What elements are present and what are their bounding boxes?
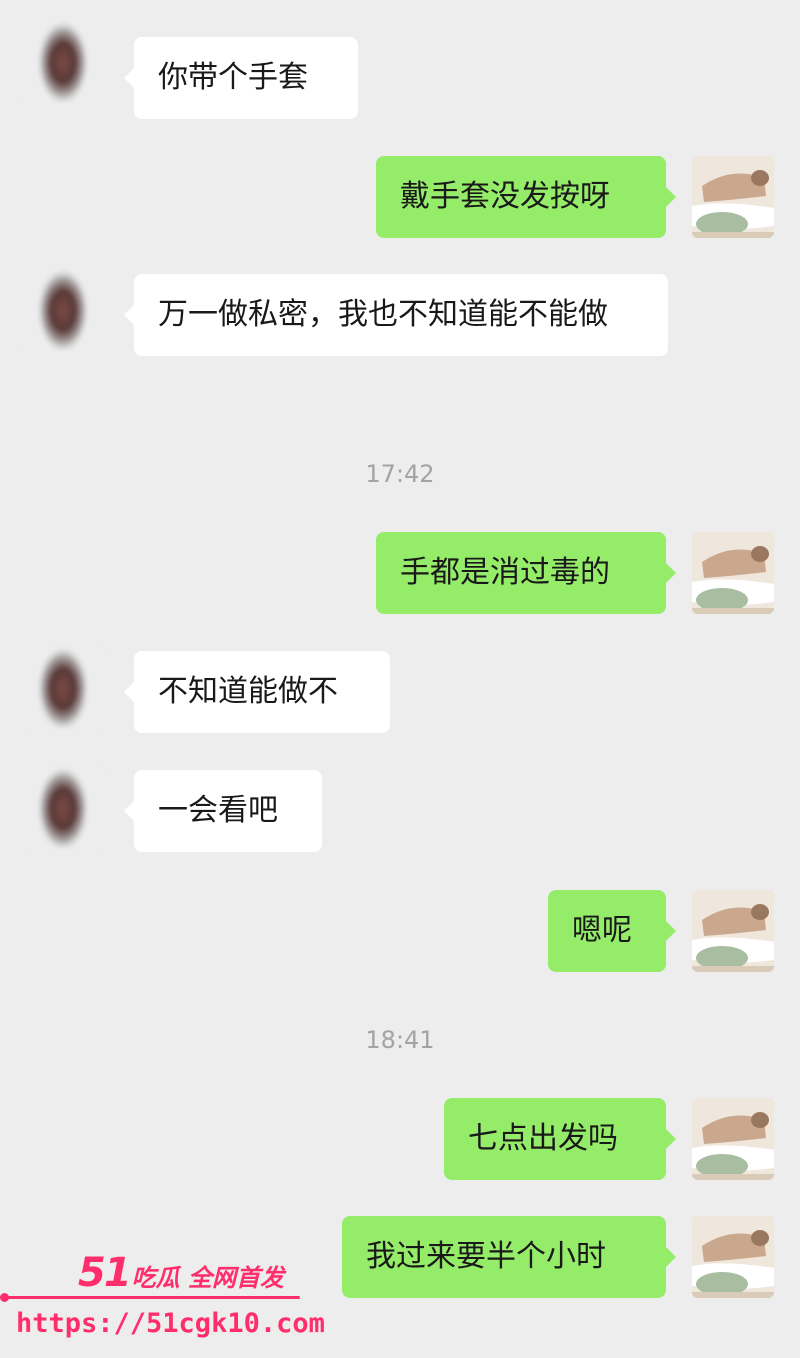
massage-photo-icon — [692, 1098, 774, 1180]
watermark-logo-number: 51 — [78, 1250, 132, 1296]
contact-avatar[interactable] — [22, 646, 104, 728]
massage-photo-icon — [692, 890, 774, 972]
watermark-logo-text: 吃瓜 全网首发 — [131, 1264, 285, 1292]
watermark: 51吃瓜 全网首发 https://51cgk10.com — [0, 1244, 325, 1358]
outgoing-message[interactable]: 戴手套没发按呀 — [376, 156, 676, 238]
outgoing-message[interactable]: 七点出发吗 — [444, 1098, 676, 1180]
self-avatar[interactable] — [692, 532, 774, 614]
incoming-message[interactable]: 你带个手套 — [124, 37, 358, 119]
contact-avatar[interactable] — [22, 766, 104, 848]
outgoing-message[interactable]: 我过来要半个小时 — [342, 1216, 676, 1298]
contact-avatar[interactable] — [22, 20, 104, 102]
incoming-message[interactable]: 万一做私密，我也不知道能不能做 — [124, 274, 668, 356]
timestamp: 17:42 — [365, 460, 435, 488]
massage-photo-icon — [692, 1216, 774, 1298]
timestamp: 18:41 — [365, 1026, 435, 1054]
outgoing-message[interactable]: 手都是消过毒的 — [376, 532, 676, 614]
outgoing-message[interactable]: 嗯呢 — [548, 890, 676, 972]
self-avatar[interactable] — [692, 890, 774, 972]
massage-photo-icon — [692, 532, 774, 614]
self-avatar[interactable] — [692, 1098, 774, 1180]
self-avatar[interactable] — [692, 156, 774, 238]
massage-photo-icon — [692, 156, 774, 238]
watermark-divider — [4, 1296, 300, 1299]
incoming-message[interactable]: 不知道能做不 — [124, 651, 390, 733]
contact-avatar[interactable] — [22, 268, 104, 350]
self-avatar[interactable] — [692, 1216, 774, 1298]
watermark-url: https://51cgk10.com — [16, 1308, 325, 1339]
watermark-logo: 51吃瓜 全网首发 — [78, 1250, 284, 1296]
incoming-message[interactable]: 一会看吧 — [124, 770, 322, 852]
